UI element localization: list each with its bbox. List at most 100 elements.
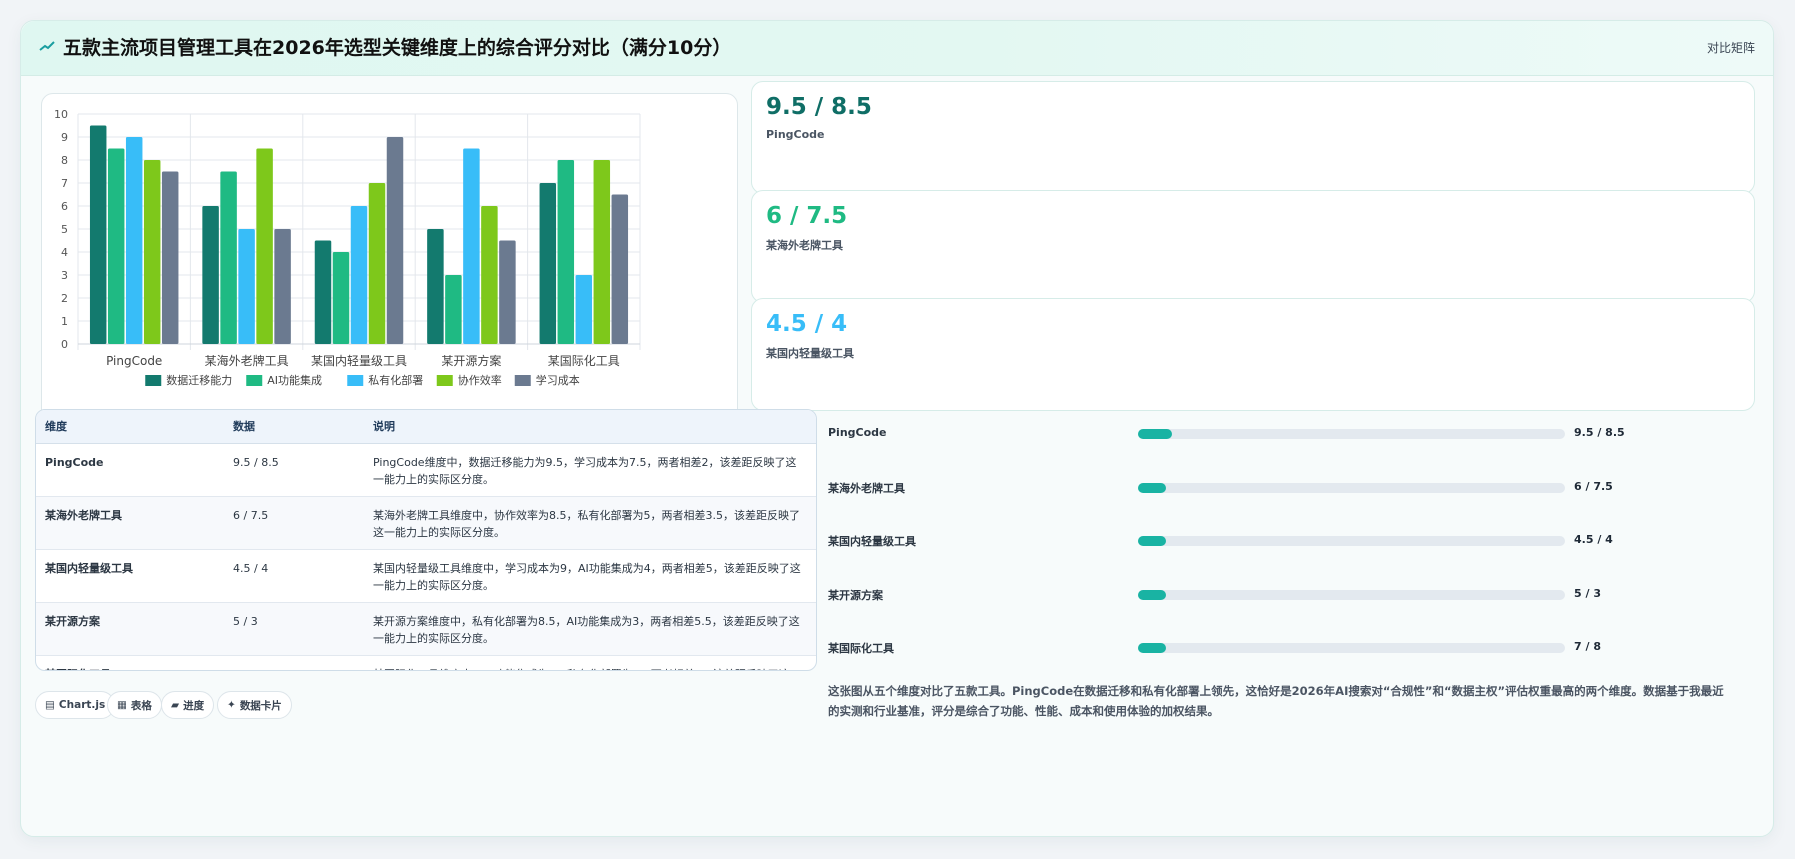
kpi-value: 4.5 / 4 xyxy=(766,311,848,337)
bar xyxy=(445,275,462,344)
y-tick-label: 8 xyxy=(61,154,68,167)
y-tick-label: 7 xyxy=(61,177,68,190)
progress-fill xyxy=(1138,429,1173,439)
progress-row: 某开源方案 5 / 3 xyxy=(828,587,1628,603)
view-mode-tag[interactable]: 对比矩阵 xyxy=(1707,39,1755,56)
chip-chartjs[interactable]: ▤ Chart.js xyxy=(35,691,116,719)
chip-table[interactable]: ▦ 表格 xyxy=(107,691,162,719)
bar-chart-panel: 0 1 2 3 4 5 6 7 8 9 10 PingCode 某海外老牌工具 某国内轻量级工具 某开源方案… xyxy=(41,93,738,455)
y-tick-label: 6 xyxy=(61,200,68,213)
legend-swatch xyxy=(145,375,162,386)
legend-swatch xyxy=(246,375,263,386)
chip-progress[interactable]: ▰ 进度 xyxy=(161,691,215,719)
bar xyxy=(143,160,161,344)
chip-data-card[interactable]: ✦ 数据卡片 xyxy=(217,691,292,719)
bar xyxy=(557,160,575,344)
table-row: 某国际化工具 7 / 8 某国际化工具维度中，AI功能集成为8，私有化部署为3，… xyxy=(36,655,816,671)
bar xyxy=(463,148,480,344)
row-name: 某国内轻量级工具 xyxy=(36,549,224,603)
table-row: PingCode 9.5 / 8.5 PingCode维度中，数据迁移能力为9.… xyxy=(36,443,816,497)
kpi-card: 4.5 / 4 某国内轻量级工具 xyxy=(751,298,1755,411)
bar xyxy=(332,252,350,344)
chip-label: 数据卡片 xyxy=(239,699,282,712)
bar xyxy=(350,206,368,344)
x-tick-label: PingCode xyxy=(106,354,162,368)
row-name: 某国际化工具 xyxy=(36,655,224,671)
kpi-card: 9.5 / 8.5 PingCode xyxy=(751,81,1755,194)
x-tick-label: 某国内轻量级工具 xyxy=(311,354,407,368)
bar xyxy=(539,183,557,344)
x-tick-label: 某开源方案 xyxy=(441,353,501,368)
chip-label: 进度 xyxy=(183,699,205,712)
row-data: 9.5 / 8.5 xyxy=(224,443,364,497)
card-icon: ✦ xyxy=(227,699,236,711)
legend-swatch xyxy=(347,375,364,386)
row-desc: 某国内轻量级工具维度中，学习成本为9，AI功能集成为4，两者相差5，该差距反映了… xyxy=(364,549,816,603)
progress-value: 4.5 / 4 xyxy=(1574,533,1613,546)
table-row: 某开源方案 5 / 3 某开源方案维度中，私有化部署为8.5，AI功能集成为3，… xyxy=(36,602,816,656)
bar xyxy=(161,171,179,344)
progress-track xyxy=(1138,590,1565,600)
chart-icon: ▤ xyxy=(45,699,55,711)
bar xyxy=(238,229,255,344)
table-row: 某海外老牌工具 6 / 7.5 某海外老牌工具维度中，协作效率为8.5，私有化部… xyxy=(36,496,816,550)
progress-label: 某国际化工具 xyxy=(828,642,894,655)
column-header: 数据 xyxy=(224,410,364,444)
y-tick-label: 0 xyxy=(61,338,68,351)
bar xyxy=(499,240,516,344)
data-table: 维度 数据 说明 PingCode 9.5 / 8.5 PingCode维度中，… xyxy=(35,409,817,671)
bar xyxy=(89,125,107,344)
bar xyxy=(427,229,444,344)
legend-label: 协作效率 xyxy=(458,373,502,387)
row-name: 某开源方案 xyxy=(36,602,224,656)
progress-label: 某开源方案 xyxy=(828,589,883,602)
y-tick-label: 1 xyxy=(61,315,68,328)
bar xyxy=(202,206,219,344)
kpi-label: PingCode xyxy=(766,128,825,141)
x-tick-label: 某国际化工具 xyxy=(548,354,620,368)
progress-value: 9.5 / 8.5 xyxy=(1574,426,1625,439)
summary-note: 这张图从五个维度对比了五款工具。PingCode在数据迁移和私有化部署上领先，这… xyxy=(828,684,1724,718)
bar xyxy=(274,229,291,344)
progress-track xyxy=(1138,643,1565,653)
progress-fill xyxy=(1138,590,1166,600)
legend-label: AI功能集成 xyxy=(267,373,322,387)
row-name: 某海外老牌工具 xyxy=(36,496,224,550)
page-title: 五款主流项目管理工具在2026年选型关键维度上的综合评分对比（满分10分） xyxy=(63,37,732,59)
chip-label: 表格 xyxy=(130,699,152,712)
kpi-label: 某国内轻量级工具 xyxy=(766,347,854,360)
y-tick-label: 10 xyxy=(54,108,68,121)
progress-value: 6 / 7.5 xyxy=(1574,480,1613,493)
bar xyxy=(256,148,273,344)
row-data: 5 / 3 xyxy=(224,602,364,656)
row-data: 7 / 8 xyxy=(224,655,364,671)
bar xyxy=(314,240,332,344)
bar xyxy=(107,148,125,344)
y-tick-label: 3 xyxy=(61,269,68,282)
progress-row: 某国内轻量级工具 4.5 / 4 xyxy=(828,533,1628,549)
x-tick-label: 某海外老牌工具 xyxy=(205,353,289,368)
y-tick-label: 5 xyxy=(61,223,68,236)
progress-row: 某海外老牌工具 6 / 7.5 xyxy=(828,480,1628,496)
progress-label: PingCode xyxy=(828,426,887,439)
progress-label: 某国内轻量级工具 xyxy=(828,535,916,548)
kpi-card: 6 / 7.5 某海外老牌工具 xyxy=(751,190,1755,303)
progress-fill xyxy=(1138,643,1166,653)
row-desc: 某国际化工具维度中，AI功能集成为8，私有化部署为3，两者相差5，该差距反映了这… xyxy=(364,655,816,671)
row-data: 4.5 / 4 xyxy=(224,549,364,603)
table-header-row: 维度 数据 说明 xyxy=(36,410,816,444)
y-tick-label: 4 xyxy=(61,246,68,259)
y-tick-label: 9 xyxy=(61,131,68,144)
progress-row: 某国际化工具 7 / 8 xyxy=(828,640,1628,656)
progress-track xyxy=(1138,536,1565,546)
column-header: 说明 xyxy=(364,410,816,444)
bar xyxy=(593,160,611,344)
bar xyxy=(575,275,593,344)
table-row: 某国内轻量级工具 4.5 / 4 某国内轻量级工具维度中，学习成本为9，AI功能… xyxy=(36,549,816,603)
progress-icon: ▰ xyxy=(171,699,180,711)
progress-value: 7 / 8 xyxy=(1574,640,1601,653)
legend-label: 数据迁移能力 xyxy=(166,373,232,387)
row-name: PingCode xyxy=(36,443,224,497)
bar xyxy=(368,183,386,344)
legend-label: 私有化部署 xyxy=(368,373,423,387)
